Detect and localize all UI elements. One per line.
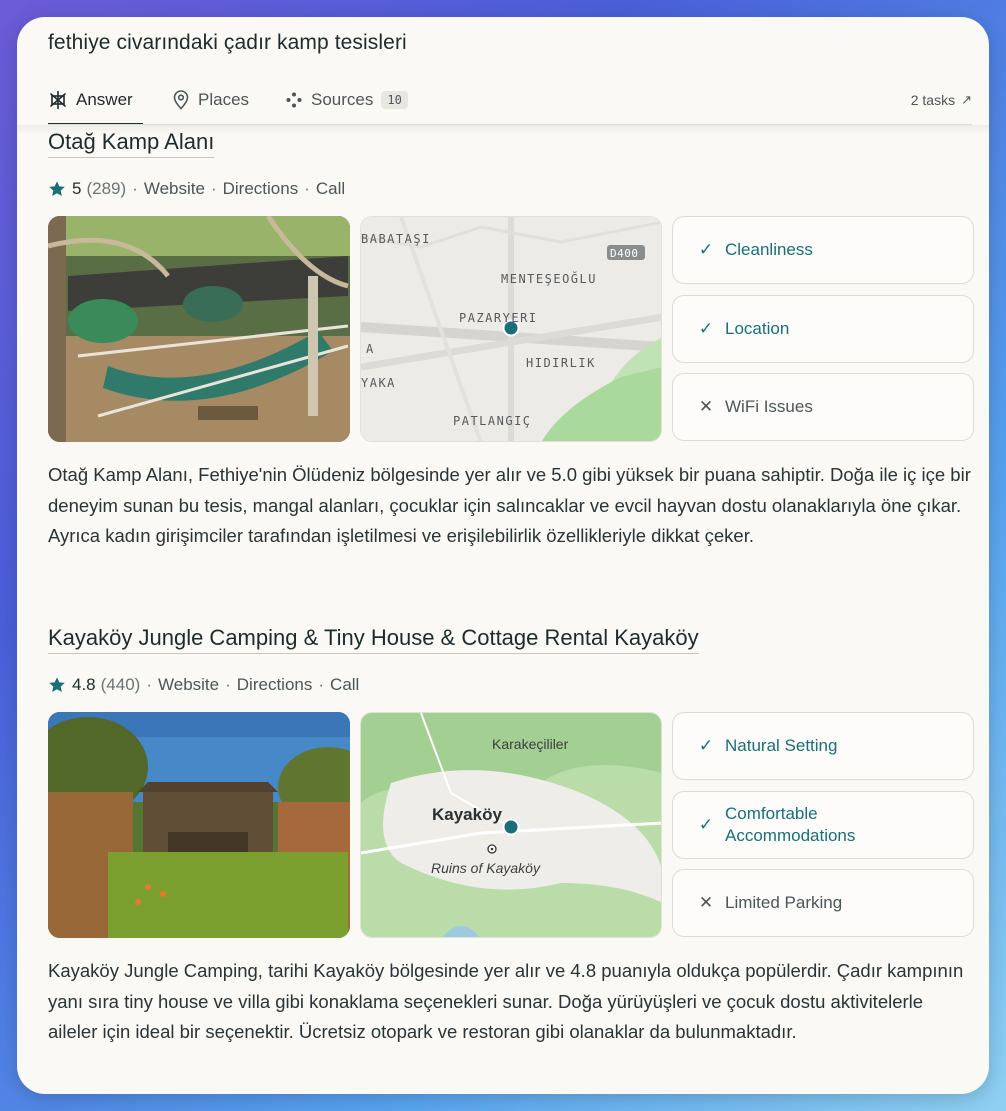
place-map[interactable]: Karakeçililer Kayaköy Ruins of Kayaköy: [360, 712, 662, 938]
call-link[interactable]: Call: [330, 675, 359, 695]
tasks-label: 2 tasks: [910, 92, 956, 108]
check-icon: ✓: [698, 815, 714, 834]
map-label: Kayaköy: [432, 805, 502, 824]
tab-places-label: Places: [198, 90, 250, 109]
tab-answer-label: Answer: [76, 90, 133, 109]
place-map[interactable]: BABATAŞI D400 MENTEŞEOĞLU PAZARYERI HIDI…: [360, 216, 662, 442]
place-title[interactable]: Kayaköy Jungle Camping & Tiny House & Co…: [48, 625, 699, 654]
feature-positive[interactable]: ✓ Location: [672, 295, 974, 363]
external-link-icon: ↗: [961, 92, 972, 107]
map-label: A: [366, 342, 375, 356]
feature-positive[interactable]: ✓ Natural Setting: [672, 712, 974, 780]
directions-link[interactable]: Directions: [237, 675, 313, 695]
tasks-link[interactable]: 2 tasks ↗: [911, 77, 972, 123]
map-label: BABATAŞI: [361, 232, 431, 246]
map-label: PATLANGIÇ: [453, 414, 532, 428]
rating-value: 4.8: [72, 675, 96, 694]
map-label: YAKA: [361, 376, 396, 390]
tab-places[interactable]: Places: [172, 77, 249, 123]
map-label: Ruins of Kayaköy: [431, 860, 541, 876]
check-icon: ✓: [698, 736, 714, 755]
tab-answer[interactable]: Answer: [48, 77, 133, 123]
map-view: BABATAŞI D400 MENTEŞEOĞLU PAZARYERI HIDI…: [361, 217, 661, 441]
check-icon: ✓: [698, 319, 714, 338]
feature-negative[interactable]: ✕ Limited Parking: [672, 869, 974, 937]
place-title[interactable]: Otağ Kamp Alanı: [48, 129, 215, 158]
map-label: HIDIRLIK: [526, 356, 596, 370]
map-pin-icon: [173, 90, 189, 110]
answer-panel: fethiye civarındaki çadır kamp tesisleri…: [17, 17, 989, 1094]
garden-cabin-photo: [48, 712, 350, 938]
map-view: Karakeçililer Kayaköy Ruins of Kayaköy: [361, 713, 661, 937]
map-road-label: D400: [610, 247, 639, 260]
feature-positive[interactable]: ✓ Comfortable Accommodations: [672, 791, 974, 859]
check-icon: ✓: [698, 240, 714, 259]
map-label: PAZARYERI: [459, 311, 538, 325]
place-photo[interactable]: [48, 712, 350, 938]
search-query[interactable]: fethiye civarındaki çadır kamp tesisleri: [48, 31, 407, 55]
sources-count-badge: 10: [381, 91, 408, 109]
x-icon: ✕: [698, 893, 714, 912]
sources-icon: [286, 92, 302, 108]
call-link[interactable]: Call: [316, 179, 345, 199]
tab-sources-label: Sources: [311, 90, 374, 109]
place-description: Otağ Kamp Alanı, Fethiye'nin Ölüdeniz bö…: [48, 464, 971, 546]
rating-value: 5: [72, 179, 82, 198]
place-meta: 5 (289) · Website · Directions · Call: [48, 179, 345, 199]
star-icon: [49, 677, 65, 693]
tab-sources[interactable]: Sources 10: [285, 77, 408, 123]
map-label: Karakeçililer: [492, 736, 569, 752]
map-label: MENTEŞEOĞLU: [501, 271, 597, 286]
place-description: Kayaköy Jungle Camping, tarihi Kayaköy b…: [48, 960, 964, 1042]
answer-icon: [50, 90, 66, 110]
place-photo[interactable]: [48, 216, 350, 442]
review-count: (440): [100, 675, 141, 694]
star-icon: [49, 181, 65, 197]
directions-link[interactable]: Directions: [223, 179, 299, 199]
feature-positive[interactable]: ✓ Cleanliness: [672, 216, 974, 284]
tab-bar: Answer Places Sources 10 2 tasks ↗: [17, 77, 989, 127]
place-meta: 4.8 (440) · Website · Directions · Call: [48, 675, 359, 695]
website-link[interactable]: Website: [144, 179, 205, 199]
x-icon: ✕: [698, 397, 714, 416]
website-link[interactable]: Website: [158, 675, 219, 695]
review-count: (289): [86, 179, 127, 198]
feature-negative[interactable]: ✕ WiFi Issues: [672, 373, 974, 441]
campsite-hammock-photo: [48, 216, 350, 442]
